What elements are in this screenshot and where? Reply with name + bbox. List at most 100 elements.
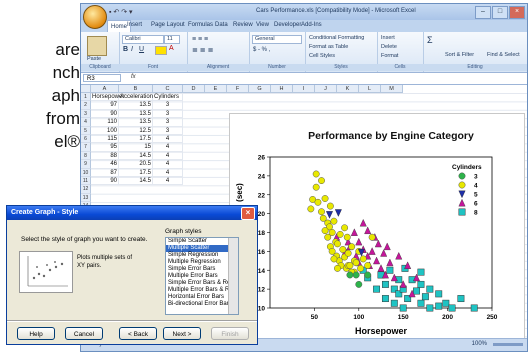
number-format-box[interactable]: General bbox=[252, 35, 302, 44]
tab-data[interactable]: Data bbox=[215, 22, 228, 28]
scatter-chart[interactable]: Performance by Engine Category 26 24 22 20 18… bbox=[229, 113, 525, 339]
cell[interactable]: 17.5 bbox=[119, 168, 153, 177]
bold-button[interactable]: B bbox=[123, 46, 128, 53]
column-header[interactable]: K bbox=[337, 85, 359, 93]
cell[interactable]: 46 bbox=[91, 160, 119, 169]
minimize-button[interactable]: – bbox=[475, 6, 491, 19]
column-header[interactable]: G bbox=[249, 85, 271, 93]
cell[interactable]: 15 bbox=[119, 143, 153, 152]
tab-add-ins[interactable]: Add-Ins bbox=[301, 22, 322, 28]
cell[interactable]: 4 bbox=[153, 151, 183, 161]
row-header[interactable]: 3 bbox=[81, 109, 91, 119]
row-header[interactable]: 1 bbox=[81, 93, 91, 102]
zoom-level[interactable]: 100% bbox=[472, 341, 487, 347]
row-header[interactable]: 7 bbox=[81, 143, 91, 152]
back-button[interactable]: < Back bbox=[119, 327, 157, 340]
underline-button[interactable]: U bbox=[139, 46, 144, 53]
cell[interactable]: 87 bbox=[91, 168, 119, 177]
column-header[interactable]: L bbox=[359, 85, 381, 93]
paste-label[interactable]: Paste bbox=[87, 56, 101, 62]
cell[interactable]: 14.5 bbox=[119, 177, 153, 186]
tab-review[interactable]: Review bbox=[233, 22, 253, 28]
tab-formulas[interactable]: Formulas bbox=[188, 22, 213, 28]
tab-page-layout[interactable]: Page Layout bbox=[151, 22, 185, 28]
tab-insert[interactable]: Insert bbox=[127, 22, 142, 28]
cell[interactable]: 88 bbox=[91, 151, 119, 161]
name-box[interactable]: R3 bbox=[83, 74, 121, 82]
column-header[interactable]: M bbox=[381, 85, 403, 93]
format-as-table-button[interactable]: Format as Table bbox=[309, 44, 348, 50]
cell[interactable]: 13.5 bbox=[119, 101, 153, 110]
column-header[interactable]: F bbox=[227, 85, 249, 93]
justify-icons[interactable]: ≣ ≣ ≣ bbox=[192, 46, 214, 54]
quick-access-toolbar[interactable]: ▪ ↶ ↷ ▾ bbox=[109, 8, 133, 16]
find-select-button[interactable]: Find & Select bbox=[487, 52, 520, 58]
autosum-icon[interactable]: Σ bbox=[427, 35, 433, 45]
row-header[interactable]: 4 bbox=[81, 118, 91, 127]
dialog-close-button[interactable]: × bbox=[241, 207, 255, 220]
delete-button[interactable]: Delete bbox=[381, 44, 397, 50]
cell[interactable]: 3 bbox=[153, 109, 183, 119]
row-header[interactable]: 6 bbox=[81, 135, 91, 144]
close-button[interactable]: × bbox=[509, 6, 525, 19]
zoom-slider[interactable] bbox=[493, 343, 523, 346]
cell[interactable]: 110 bbox=[91, 118, 119, 127]
column-header[interactable]: I bbox=[293, 85, 315, 93]
currency-icons[interactable]: $ - % , bbox=[253, 47, 270, 53]
column-header[interactable]: H bbox=[271, 85, 293, 93]
list-scrollbar[interactable] bbox=[228, 238, 238, 314]
cell[interactable]: Acceleration bbox=[119, 93, 153, 102]
column-header[interactable]: C bbox=[153, 85, 183, 93]
italic-button[interactable]: I bbox=[131, 46, 133, 53]
cell[interactable]: 12.5 bbox=[119, 126, 153, 135]
cell[interactable]: Cylinders bbox=[153, 93, 183, 102]
column-header[interactable]: J bbox=[315, 85, 337, 93]
cell[interactable]: 90 bbox=[91, 109, 119, 119]
format-button[interactable]: Format bbox=[381, 53, 398, 59]
office-button[interactable] bbox=[83, 5, 107, 29]
finish-button[interactable]: Finish bbox=[211, 327, 249, 340]
cell[interactable]: 4 bbox=[153, 143, 183, 152]
cell[interactable]: 115 bbox=[91, 135, 119, 144]
row-header[interactable]: 13 bbox=[81, 193, 91, 203]
row-header[interactable]: 9 bbox=[81, 160, 91, 169]
cell-styles-button[interactable]: Cell Styles bbox=[309, 53, 335, 59]
cell[interactable]: 17.5 bbox=[119, 135, 153, 144]
cell[interactable]: 4 bbox=[153, 135, 183, 144]
cell[interactable]: 4 bbox=[153, 160, 183, 169]
tab-view[interactable]: View bbox=[256, 22, 269, 28]
column-header[interactable]: A bbox=[91, 85, 119, 93]
cell[interactable]: 95 bbox=[91, 143, 119, 152]
column-header[interactable]: B bbox=[119, 85, 153, 93]
fill-color-icon[interactable] bbox=[155, 46, 167, 55]
cell[interactable]: 14.5 bbox=[119, 151, 153, 161]
row-header[interactable]: 11 bbox=[81, 177, 91, 186]
cell[interactable]: 3 bbox=[153, 101, 183, 110]
cell[interactable]: 97 bbox=[91, 101, 119, 110]
font-color-icon[interactable]: A bbox=[169, 45, 174, 52]
insert-button[interactable]: Insert bbox=[381, 35, 395, 41]
tab-developer[interactable]: Developer bbox=[274, 22, 301, 28]
sort-filter-button[interactable]: Sort & Filter bbox=[445, 52, 474, 58]
column-header[interactable]: D bbox=[183, 85, 205, 93]
cell[interactable]: 3 bbox=[153, 126, 183, 135]
cell[interactable]: Horsepower bbox=[91, 93, 124, 102]
help-button[interactable]: Help bbox=[17, 327, 55, 340]
fx-label[interactable]: fx bbox=[131, 74, 136, 80]
cell[interactable]: 4 bbox=[153, 168, 183, 177]
cell[interactable]: 13.5 bbox=[119, 109, 153, 119]
conditional-formatting-button[interactable]: Conditional Formatting bbox=[309, 35, 364, 41]
row-header[interactable]: 2 bbox=[81, 101, 91, 110]
paste-icon[interactable] bbox=[87, 36, 107, 56]
cancel-button[interactable]: Cancel bbox=[65, 327, 103, 340]
row-header[interactable]: 5 bbox=[81, 126, 91, 135]
graph-styles-list[interactable]: Simple Scatter Multiple Scatter Simple Reg… bbox=[165, 237, 239, 315]
cell[interactable]: 3 bbox=[153, 118, 183, 127]
row-header[interactable]: 10 bbox=[81, 168, 91, 177]
cell[interactable]: 13.5 bbox=[119, 118, 153, 127]
cell[interactable]: 100 bbox=[91, 126, 119, 135]
font-size-box[interactable]: 11 bbox=[164, 35, 180, 44]
cell[interactable]: 4 bbox=[153, 177, 183, 186]
next-button[interactable]: Next > bbox=[163, 327, 201, 340]
select-all-corner[interactable] bbox=[81, 85, 91, 93]
